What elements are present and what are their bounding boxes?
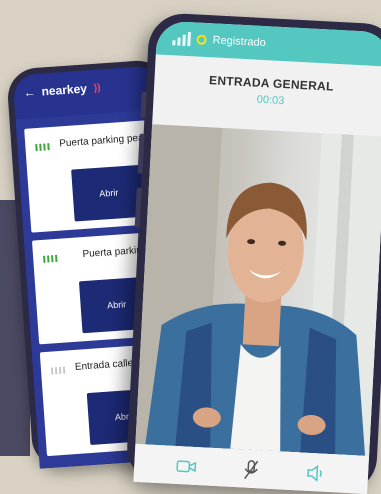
- brand-logo-icon: )): [93, 81, 101, 94]
- video-icon[interactable]: [175, 455, 198, 478]
- signal-bars-icon: [172, 31, 192, 47]
- front-phone: Registrado ENTRADA GENERAL 00:03: [125, 12, 381, 494]
- status-bar: Registrado: [155, 20, 381, 67]
- mic-off-icon[interactable]: [240, 458, 263, 481]
- side-button: [140, 91, 147, 118]
- visitor-image: [135, 124, 381, 457]
- registration-status: Registrado: [212, 34, 267, 50]
- signal-icon: [43, 254, 58, 263]
- video-feed: [135, 124, 381, 457]
- signal-icon: [35, 143, 50, 152]
- app-brand: nearkey: [41, 81, 88, 99]
- side-button: [134, 187, 142, 228]
- status-dot-icon: [196, 34, 207, 45]
- speaker-icon[interactable]: [304, 462, 327, 485]
- video-call-screen: Registrado ENTRADA GENERAL 00:03: [133, 20, 381, 494]
- signal-icon: [50, 366, 66, 375]
- side-button: [137, 133, 145, 174]
- back-arrow-icon[interactable]: ←: [23, 85, 36, 100]
- app-header: ← nearkey )): [12, 65, 162, 111]
